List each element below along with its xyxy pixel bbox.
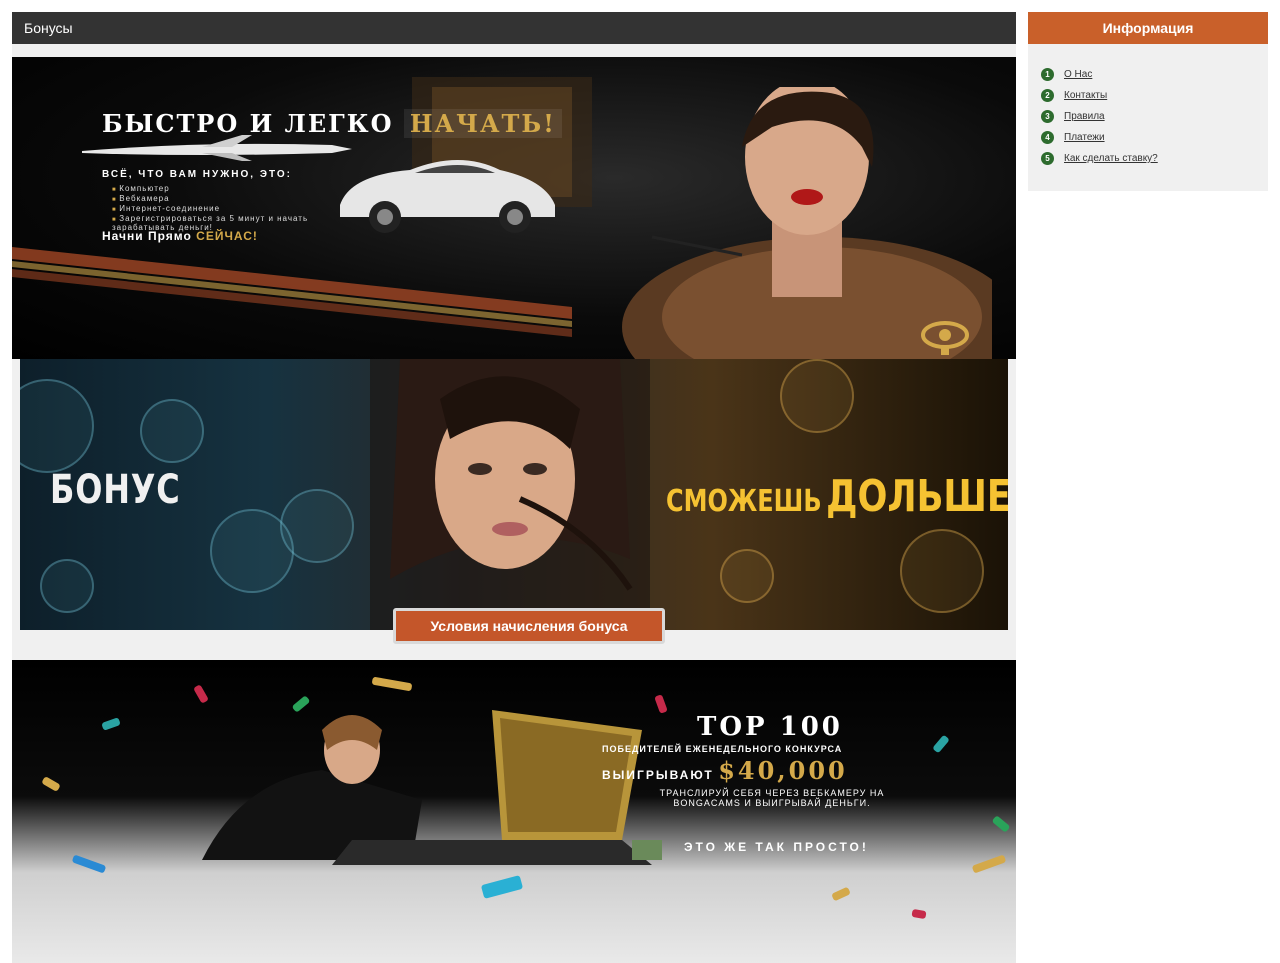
confetti-decoration	[101, 717, 121, 731]
banner1-title-white: БЫСТРО И ЛЕГКО	[102, 109, 394, 138]
confetti-decoration	[971, 854, 1007, 874]
info-sidebar: Информация 1 О Нас 2 Контакты 3 Правила …	[1028, 12, 1268, 191]
sidebar-body: 1 О Нас 2 Контакты 3 Правила 4 Платежи 5…	[1028, 44, 1268, 191]
confetti-decoration	[71, 854, 107, 874]
woman-portrait-image	[370, 359, 650, 630]
banner2-left-text: БОНУС	[50, 467, 181, 513]
bokeh-decoration	[720, 549, 774, 603]
list-item: Интернет-соединение	[112, 204, 332, 213]
sidebar-item-about: 1 О Нас	[1028, 64, 1268, 85]
sidebar-item-contacts: 2 Контакты	[1028, 85, 1268, 106]
sidebar-item-payments: 4 Платежи	[1028, 127, 1268, 148]
header-gap	[12, 44, 1016, 57]
number-badge: 3	[1041, 110, 1054, 123]
banner3-top: TOP 100	[697, 712, 843, 742]
sidebar-link-payments[interactable]: Платежи	[1064, 132, 1105, 143]
sidebar-link-how-to-bet[interactable]: Как сделать ставку?	[1064, 153, 1158, 164]
sidebar-title: Информация	[1028, 12, 1268, 44]
sidebar-link-rules[interactable]: Правила	[1064, 111, 1105, 122]
bokeh-decoration	[280, 489, 354, 563]
confetti-decoration	[41, 776, 61, 792]
banner3-line5: ЭТО ЖЕ ТАК ПРОСТО!	[684, 840, 869, 854]
banner3-line2: ПОБЕДИТЕЛЕЙ ЕЖЕНЕДЕЛЬНОГО КОНКУРСА	[602, 744, 843, 754]
banner1-title: БЫСТРО И ЛЕГКО НАЧАТЬ!	[102, 109, 562, 138]
banner3-prize: $40,000	[718, 756, 848, 785]
bokeh-decoration	[140, 399, 204, 463]
banner1-cta-gold: СЕЙЧАС!	[196, 229, 258, 243]
confetti-decoration	[480, 875, 524, 899]
number-badge: 1	[1041, 68, 1054, 81]
banner-bonus[interactable]: БОНУС СМОЖЕШЬ ДОЛЬШЕ	[20, 359, 1008, 630]
banner-bonus-wrapper: БОНУС СМОЖЕШЬ ДОЛЬШЕ Условия начисления …	[12, 359, 1016, 660]
bokeh-decoration	[900, 529, 984, 613]
number-badge: 4	[1041, 131, 1054, 144]
number-badge: 2	[1041, 89, 1054, 102]
bokeh-decoration	[20, 379, 94, 473]
bokeh-decoration	[40, 559, 94, 613]
confetti-decoration	[911, 908, 927, 920]
confetti-decoration	[932, 734, 950, 754]
sidebar-link-about[interactable]: О Нас	[1064, 69, 1092, 80]
banner-top100[interactable]: TOP 100 ПОБЕДИТЕЛЕЙ ЕЖЕНЕДЕЛЬНОГО КОНКУР…	[12, 660, 1016, 963]
main-column: Бонусы	[12, 12, 1016, 57]
banner1-title-gold: НАЧАТЬ!	[403, 109, 562, 138]
banner2-right-small: СМОЖЕШЬ	[666, 484, 822, 519]
sidebar-link-contacts[interactable]: Контакты	[1064, 90, 1107, 101]
list-item: Вебкамера	[112, 194, 332, 203]
woman-laptop-image	[202, 710, 662, 865]
sidebar-item-rules: 3 Правила	[1028, 106, 1268, 127]
banner3-line4: ТРАНСЛИРУЙ СЕБЯ ЧЕРЕЗ ВЕБКАМЕРУ НА BONGA…	[659, 788, 885, 808]
confetti-decoration	[831, 886, 851, 902]
bonus-terms-button[interactable]: Условия начисления бонуса	[393, 608, 665, 644]
banner-start-easy[interactable]: БЫСТРО И ЛЕГКО НАЧАТЬ! ВСЁ, ЧТО ВАМ НУЖН…	[12, 57, 1016, 359]
car-image	[340, 160, 555, 233]
page-title: Бонусы	[12, 12, 1016, 44]
banner3-line3: ВЫИГРЫВАЮТ $40,000	[602, 756, 848, 785]
bongacams-logo-icon	[921, 321, 969, 355]
banner1-cta-white: Начни Прямо	[102, 229, 192, 243]
confetti-decoration	[991, 815, 1011, 833]
banner1-cta: Начни Прямо СЕЙЧАС!	[102, 229, 258, 243]
jet-image	[82, 135, 352, 161]
sidebar-item-how-to-bet: 5 Как сделать ставку?	[1028, 148, 1268, 169]
banner3-line3a: ВЫИГРЫВАЮТ	[602, 768, 714, 782]
list-item: Компьютер	[112, 184, 332, 193]
bokeh-decoration	[780, 359, 854, 433]
number-badge: 5	[1041, 152, 1054, 165]
banner2-right-text: СМОЖЕШЬ ДОЛЬШЕ	[666, 471, 1008, 522]
banner2-right-big: ДОЛЬШЕ	[826, 471, 1008, 522]
banner1-subtitle: ВСЁ, ЧТО ВАМ НУЖНО, ЭТО:	[102, 169, 292, 180]
banner1-list: Компьютер Вебкамера Интернет-соединение …	[102, 183, 332, 233]
